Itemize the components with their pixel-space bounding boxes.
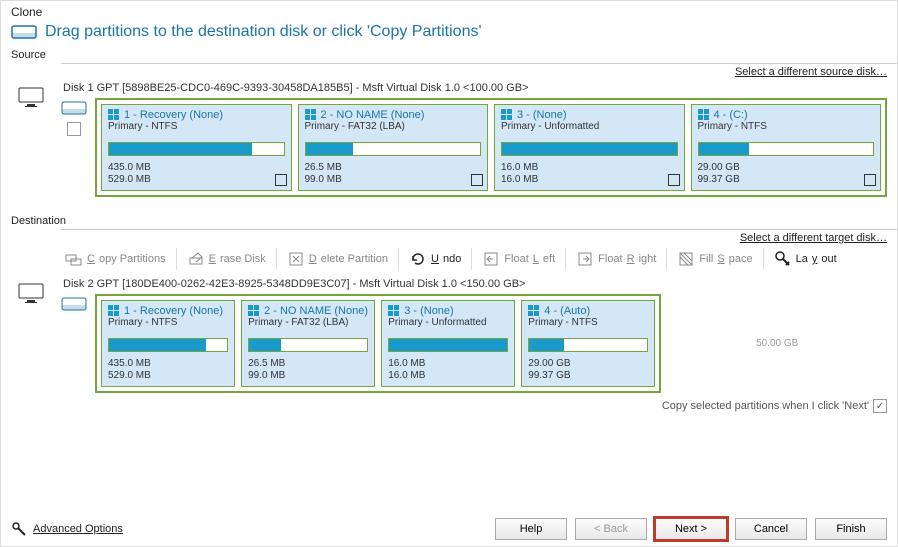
instruction-text: Drag partitions to the destination disk … — [45, 23, 482, 41]
next-button[interactable]: Next > — [655, 518, 727, 540]
windows-icon — [305, 109, 317, 121]
dest-hdd-icon — [61, 296, 87, 312]
monitor-icon — [17, 86, 45, 110]
windows-icon — [108, 109, 120, 121]
copy-icon — [65, 250, 83, 268]
layout-icon — [774, 250, 792, 268]
source-hdd-icon — [61, 100, 87, 116]
free-space[interactable]: 50.00 GB — [667, 294, 887, 393]
lock-icon — [471, 174, 483, 186]
windows-icon — [388, 305, 400, 317]
partition[interactable]: 3 - (None)Primary - Unformatted16.0 MB16… — [494, 104, 685, 191]
back-button: < Back — [575, 518, 647, 540]
window-title: Clone — [1, 1, 897, 21]
partition[interactable]: 2 - NO NAME (None)Primary - FAT32 (LBA)2… — [298, 104, 489, 191]
layout-button[interactable]: Layout — [770, 248, 841, 270]
partition[interactable]: 1 - Recovery (None)Primary - NTFS435.0 M… — [101, 300, 235, 387]
lock-icon — [668, 174, 680, 186]
windows-icon — [501, 109, 513, 121]
float-right-icon — [576, 250, 594, 268]
windows-icon — [248, 305, 260, 317]
source-label: Source — [1, 47, 897, 63]
erase-disk-button[interactable]: Erase Disk — [183, 248, 270, 270]
partition[interactable]: 4 - (C:)Primary - NTFS29.00 GB99.37 GB — [691, 104, 882, 191]
select-source-link[interactable]: Select a different source disk… — [735, 66, 887, 78]
cancel-button[interactable]: Cancel — [735, 518, 807, 540]
wrench-icon — [11, 521, 27, 537]
float-left-button[interactable]: Float Left — [478, 248, 559, 270]
delete-icon — [287, 250, 305, 268]
fill-space-button[interactable]: Fill Space — [673, 248, 756, 270]
copy-partitions-button[interactable]: Copy Partitions — [61, 248, 170, 270]
monitor-icon — [17, 282, 45, 306]
source-partitions[interactable]: 1 - Recovery (None)Primary - NTFS435.0 M… — [95, 98, 887, 197]
undo-icon — [409, 250, 427, 268]
partition[interactable]: 2 - NO NAME (None)Primary - FAT32 (LBA)2… — [241, 300, 375, 387]
lock-icon — [864, 174, 876, 186]
source-disk-info: Disk 1 GPT [5898BE25-CDC0-469C-9393-3045… — [61, 80, 887, 98]
float-left-icon — [482, 250, 500, 268]
dest-partitions[interactable]: 1 - Recovery (None)Primary - NTFS435.0 M… — [95, 294, 661, 393]
windows-icon — [108, 305, 120, 317]
float-right-button[interactable]: Float Right — [572, 248, 660, 270]
copy-on-next-label: Copy selected partitions when I click 'N… — [662, 400, 869, 412]
finish-button[interactable]: Finish — [815, 518, 887, 540]
destination-label: Destination — [1, 213, 897, 229]
windows-icon — [528, 305, 540, 317]
undo-button[interactable]: Undo — [405, 248, 465, 270]
windows-icon — [698, 109, 710, 121]
partition[interactable]: 3 - (None)Primary - Unformatted16.0 MB16… — [381, 300, 515, 387]
select-target-link[interactable]: Select a different target disk… — [740, 232, 887, 244]
help-button[interactable]: Help — [495, 518, 567, 540]
lock-icon — [275, 174, 287, 186]
erase-icon — [187, 250, 205, 268]
delete-partition-button[interactable]: Delete Partition — [283, 248, 392, 270]
advanced-options-link[interactable]: Advanced Options — [11, 521, 123, 537]
copy-on-next-checkbox[interactable]: ✓ — [873, 399, 887, 413]
partition[interactable]: 4 - (Auto)Primary - NTFS29.00 GB99.37 GB — [521, 300, 655, 387]
source-select-checkbox[interactable] — [67, 122, 81, 136]
partition[interactable]: 1 - Recovery (None)Primary - NTFS435.0 M… — [101, 104, 292, 191]
hdd-icon — [11, 23, 37, 41]
dest-disk-info: Disk 2 GPT [180DE400-0262-42E3-8925-5348… — [61, 276, 887, 294]
fill-icon — [677, 250, 695, 268]
